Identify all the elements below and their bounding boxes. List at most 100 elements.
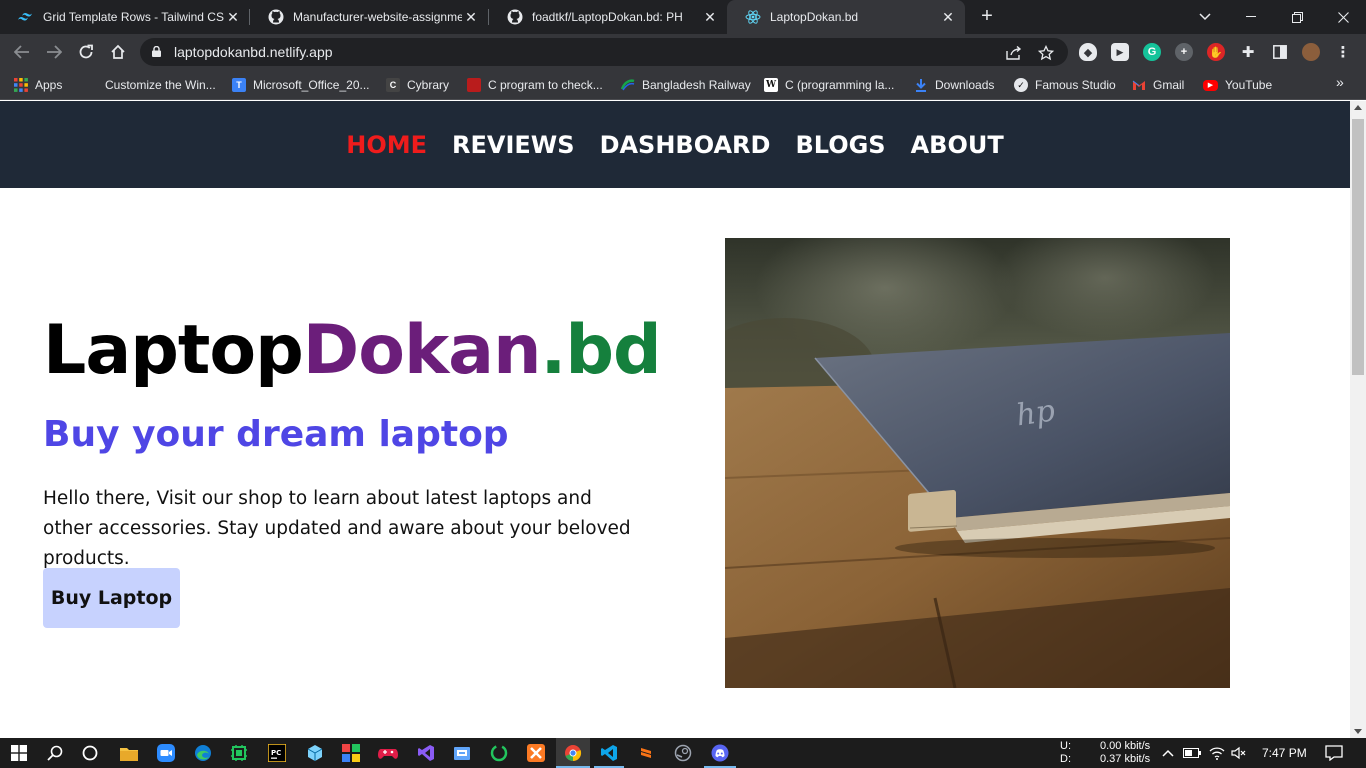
address-bar[interactable]: laptopdokanbd.netlify.app bbox=[140, 38, 1068, 66]
sublime-icon[interactable] bbox=[636, 743, 656, 763]
edge-icon[interactable] bbox=[193, 743, 213, 763]
tab-title: LaptopDokan.bd bbox=[770, 10, 859, 24]
back-arrow-icon[interactable] bbox=[9, 39, 35, 65]
reload-icon[interactable] bbox=[73, 39, 99, 65]
windows-taskbar: PC U: D: 0.00 kbit/s 0.37 kbit/s 7:47 PM bbox=[0, 738, 1366, 768]
chrome-icon[interactable] bbox=[563, 743, 583, 763]
tab-title: Manufacturer-website-assignmen bbox=[293, 10, 462, 24]
hero-subtitle: Buy your dream laptop bbox=[43, 414, 509, 455]
new-tab-plus-icon[interactable]: + bbox=[976, 6, 998, 28]
buy-laptop-button[interactable]: Buy Laptop bbox=[43, 568, 180, 628]
forward-arrow-icon[interactable] bbox=[41, 39, 67, 65]
t-logo-icon: T bbox=[232, 78, 246, 92]
game-controller-icon[interactable] bbox=[378, 743, 398, 763]
colorful-blocks-icon[interactable] bbox=[341, 743, 361, 763]
discord-icon[interactable] bbox=[710, 743, 730, 763]
more-bookmarks-chevron-icon[interactable]: » bbox=[1336, 74, 1344, 90]
volume-muted-icon[interactable] bbox=[1229, 743, 1249, 763]
close-tab-icon[interactable]: ✕ bbox=[701, 9, 719, 26]
scroll-down-arrow-icon[interactable] bbox=[1354, 729, 1362, 734]
store-app-icon[interactable] bbox=[452, 743, 472, 763]
notifications-icon[interactable] bbox=[1324, 743, 1344, 763]
bookmark-star-icon[interactable] bbox=[1038, 45, 1054, 61]
tab-laptopdokan-repo[interactable]: foadtkf/LaptopDokan.bd: PH ✕ bbox=[489, 0, 727, 34]
adblock-hand-icon[interactable]: ✋ bbox=[1207, 43, 1225, 61]
bookmark-c-programming-wiki[interactable]: W C (programming la... bbox=[764, 76, 894, 94]
profile-avatar[interactable] bbox=[1302, 43, 1320, 61]
wikipedia-icon: W bbox=[764, 78, 778, 92]
page-scrollbar[interactable] bbox=[1350, 101, 1366, 738]
svg-text:hp: hp bbox=[1014, 393, 1057, 433]
bookmark-bangladesh-railway[interactable]: Bangladesh Railway bbox=[621, 76, 751, 94]
xampp-icon[interactable] bbox=[526, 743, 546, 763]
nav-about[interactable]: ABOUT bbox=[911, 131, 1004, 159]
github-icon bbox=[507, 9, 523, 25]
nav-home[interactable]: HOME bbox=[346, 131, 427, 159]
cortana-icon[interactable] bbox=[80, 743, 100, 763]
show-hidden-icons-chevron-icon[interactable] bbox=[1158, 743, 1178, 763]
refresh-ring-icon[interactable] bbox=[489, 743, 509, 763]
bookmark-label: Customize the Win... bbox=[105, 78, 216, 92]
bookmark-label: Downloads bbox=[935, 78, 995, 92]
restore-icon[interactable] bbox=[1274, 0, 1320, 34]
bookmark-c-program[interactable]: C program to check... bbox=[467, 76, 603, 94]
browser-toolbar: laptopdokanbd.netlify.app ◆ ▶ G + ✋ ✚ ⋮ bbox=[0, 34, 1366, 70]
close-window-icon[interactable] bbox=[1320, 0, 1366, 34]
youtube-icon: ▶ bbox=[1203, 79, 1218, 91]
video-extension-icon[interactable]: ▶ bbox=[1111, 43, 1129, 61]
vscode-icon[interactable] bbox=[599, 743, 619, 763]
windows-start-icon[interactable] bbox=[9, 743, 29, 763]
home-icon[interactable] bbox=[105, 39, 131, 65]
scrollbar-thumb[interactable] bbox=[1352, 119, 1364, 375]
scroll-up-arrow-icon[interactable] bbox=[1354, 105, 1362, 110]
tab-title: Grid Template Rows - Tailwind CS bbox=[43, 10, 224, 24]
github-icon bbox=[268, 9, 284, 25]
file-explorer-icon[interactable] bbox=[119, 743, 139, 763]
nav-blogs[interactable]: BLOGS bbox=[795, 131, 885, 159]
clock-time[interactable]: 7:47 PM bbox=[1262, 746, 1307, 760]
visual-studio-icon[interactable] bbox=[416, 743, 436, 763]
cpu-chip-icon[interactable] bbox=[229, 743, 249, 763]
nav-dashboard[interactable]: DASHBOARD bbox=[600, 131, 771, 159]
share-icon[interactable] bbox=[1006, 45, 1022, 61]
close-tab-icon[interactable]: ✕ bbox=[462, 9, 480, 26]
close-tab-icon[interactable]: ✕ bbox=[224, 9, 242, 26]
tab-search-chevron-icon[interactable] bbox=[1182, 0, 1228, 34]
box-app-icon[interactable] bbox=[305, 743, 325, 763]
bookmark-cybrary[interactable]: C Cybrary bbox=[386, 76, 449, 94]
extensions-puzzle-icon[interactable]: ✚ bbox=[1239, 43, 1257, 61]
bookmark-customize[interactable]: Customize the Win... bbox=[84, 76, 216, 94]
tab-tailwind[interactable]: Grid Template Rows - Tailwind CS ✕ bbox=[0, 0, 250, 34]
bookmark-gmail[interactable]: Gmail bbox=[1132, 76, 1184, 94]
bookmark-famous-studio[interactable]: ✓ Famous Studio bbox=[1014, 76, 1116, 94]
tailwind-icon bbox=[18, 9, 34, 25]
side-panel-icon[interactable] bbox=[1271, 43, 1289, 61]
brand-title: LaptopDokan.bd bbox=[43, 311, 662, 391]
laptop-photo-illustration: hp bbox=[725, 238, 1230, 688]
tab-manufacturer-repo[interactable]: Manufacturer-website-assignmen ✕ bbox=[250, 0, 488, 34]
nav-reviews[interactable]: REVIEWS bbox=[452, 131, 575, 159]
bookmark-microsoft-office[interactable]: T Microsoft_Office_20... bbox=[232, 76, 370, 94]
bookmark-downloads[interactable]: Downloads bbox=[914, 76, 994, 94]
bookmark-apps[interactable]: Apps bbox=[14, 76, 62, 94]
menu-kebab-icon[interactable]: ⋮ bbox=[1334, 43, 1352, 61]
battery-icon[interactable] bbox=[1182, 743, 1202, 763]
bookmark-youtube[interactable]: ▶ YouTube bbox=[1203, 76, 1272, 94]
zoom-icon[interactable] bbox=[156, 743, 176, 763]
minimize-icon[interactable] bbox=[1228, 0, 1274, 34]
ublock-shield-icon[interactable]: ◆ bbox=[1079, 43, 1097, 61]
hero-description: Hello there, Visit our shop to learn abo… bbox=[43, 488, 631, 569]
search-icon[interactable] bbox=[45, 743, 65, 763]
bookmark-label: C program to check... bbox=[488, 78, 603, 92]
tab-laptopdokan-site[interactable]: LaptopDokan.bd ✕ bbox=[727, 0, 965, 34]
page-viewport: HOME REVIEWS DASHBOARD BLOGS ABOUT Lapto… bbox=[0, 101, 1350, 738]
pycharm-icon[interactable]: PC bbox=[267, 743, 287, 763]
cybrary-icon: C bbox=[386, 78, 400, 92]
add-extension-icon[interactable]: + bbox=[1175, 43, 1193, 61]
wifi-icon[interactable] bbox=[1207, 743, 1227, 763]
close-tab-icon[interactable]: ✕ bbox=[939, 9, 957, 26]
bookmark-label: Cybrary bbox=[407, 78, 450, 92]
grammarly-icon[interactable]: G bbox=[1143, 43, 1161, 61]
steam-like-icon[interactable] bbox=[673, 743, 693, 763]
lock-icon bbox=[152, 46, 161, 57]
